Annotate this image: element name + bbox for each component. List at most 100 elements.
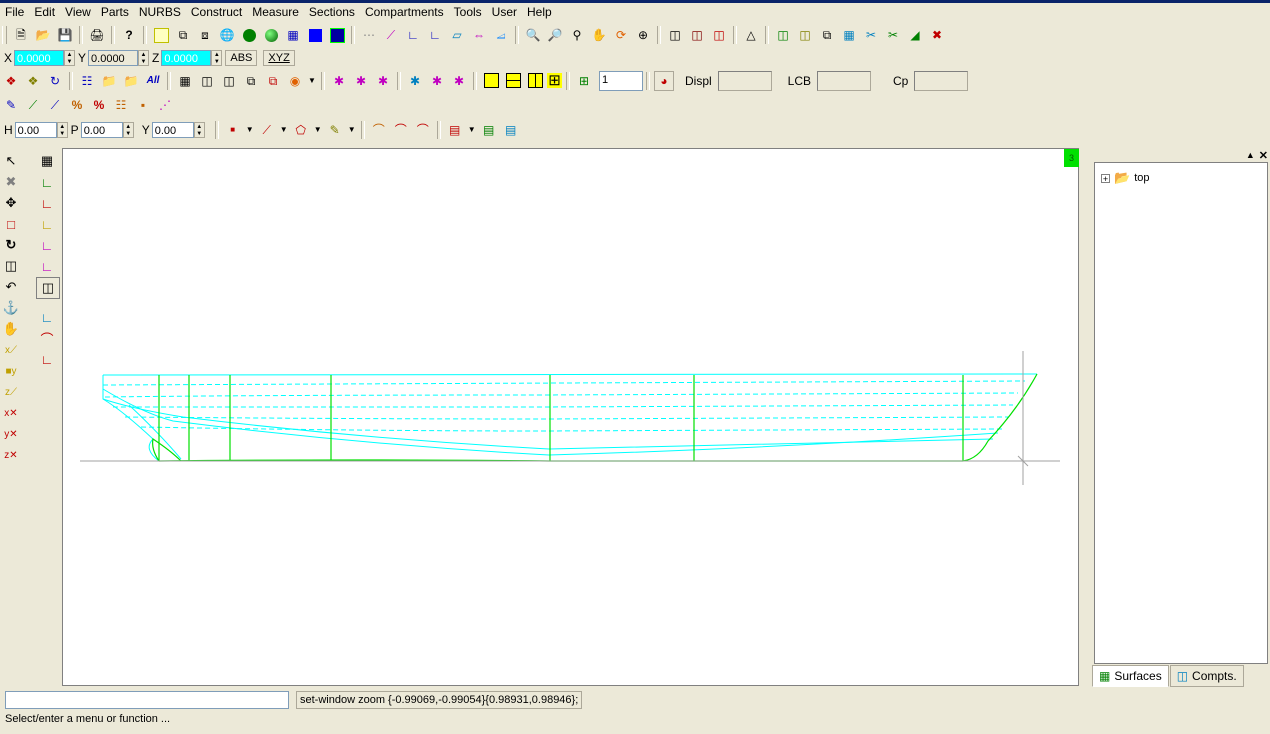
view-box-side-icon[interactable]: ◫: [687, 25, 707, 45]
open-folder-icon[interactable]: 📂: [33, 25, 53, 45]
tab-surfaces[interactable]: ▦ Surfaces: [1092, 665, 1169, 687]
dropdown-arrow-icon[interactable]: ▼: [347, 120, 357, 140]
z-spinner[interactable]: ▲ ▼: [211, 50, 223, 66]
pointer-icon[interactable]: ↖: [0, 151, 22, 171]
corner-green-icon[interactable]: ∟: [36, 172, 58, 192]
refresh-icon[interactable]: ↻: [45, 71, 65, 91]
corner-yellow-icon[interactable]: ∟: [36, 214, 58, 234]
y-spinner[interactable]: ▲ ▼: [138, 50, 150, 66]
section-curve-third-icon[interactable]: ⌒: [413, 120, 433, 140]
hydrostatics-icon[interactable]: ◕: [654, 70, 674, 91]
points-grid-icon[interactable]: ✱: [373, 71, 393, 91]
menu-help[interactable]: Help: [522, 3, 557, 22]
command-input[interactable]: [5, 691, 289, 709]
split-surface-icon[interactable]: ✂: [883, 25, 903, 45]
menu-sections[interactable]: Sections: [304, 3, 360, 22]
polyline-icon[interactable]: ∟: [403, 25, 423, 45]
move-icon[interactable]: ✥: [0, 193, 22, 213]
help-icon[interactable]: ?: [119, 25, 139, 45]
count-field[interactable]: 1: [599, 70, 643, 91]
corner-point-icon[interactable]: ∟: [36, 235, 58, 255]
menu-compartments[interactable]: Compartments: [360, 3, 449, 22]
corner-red-icon[interactable]: ∟: [36, 193, 58, 213]
wireframe-sphere-icon[interactable]: 🌐: [217, 25, 237, 45]
undo-icon[interactable]: ↶: [0, 277, 22, 297]
mirror-icon[interactable]: ⇔: [469, 25, 489, 45]
scale-icon[interactable]: □: [0, 214, 22, 234]
z-coordinate-field[interactable]: 0.0000: [161, 50, 212, 66]
pan-hand-icon[interactable]: ✋: [589, 25, 609, 45]
grid-snap-icon[interactable]: ▦: [36, 151, 58, 171]
line-curve-icon[interactable]: ⟋: [45, 95, 65, 115]
y-coordinate-field[interactable]: 0.0000: [88, 50, 139, 66]
points-icon[interactable]: ✱: [329, 71, 349, 91]
abs-button[interactable]: ABS: [225, 50, 258, 66]
layers-icon[interactable]: ❖: [1, 71, 21, 91]
menu-nurbs[interactable]: NURBS: [134, 3, 186, 22]
edit-curve-icon[interactable]: ✎: [1, 95, 21, 115]
paste-icon[interactable]: ⧈: [195, 25, 215, 45]
corner-pink-icon[interactable]: ∟: [36, 256, 58, 276]
hierarchy-icon[interactable]: ☷: [77, 71, 97, 91]
single-view-icon[interactable]: [481, 71, 501, 91]
menu-file[interactable]: File: [0, 3, 29, 22]
p-spinner[interactable]: ▲ ▼: [122, 122, 134, 138]
percent-alt-icon[interactable]: %: [89, 95, 109, 115]
part-box-icon[interactable]: ◫: [197, 71, 217, 91]
perspective-icon[interactable]: △: [741, 25, 761, 45]
p-angle-field[interactable]: 0.00: [80, 122, 123, 138]
split-horizontal-icon[interactable]: [503, 71, 523, 91]
delete-pointer-icon[interactable]: ✖: [0, 172, 22, 192]
rendered-sphere-icon[interactable]: [261, 25, 281, 45]
zoom-out-icon[interactable]: 🔎: [545, 25, 565, 45]
toolbar-grip[interactable]: [2, 26, 7, 44]
surface-mesh-icon[interactable]: ▦: [839, 25, 859, 45]
fill-square-icon[interactable]: [305, 25, 325, 45]
cut-surface-icon[interactable]: ✂: [861, 25, 881, 45]
line-icon[interactable]: ⟋: [381, 25, 401, 45]
print-icon[interactable]: 🖨: [87, 25, 107, 45]
panel-close-icon[interactable]: ✕: [1259, 149, 1268, 162]
point-snap-icon[interactable]: ■: [223, 120, 243, 140]
y-angle-spinner[interactable]: ▲ ▼: [193, 122, 205, 138]
part-properties-icon[interactable]: ▦: [175, 71, 195, 91]
part-menu-icon[interactable]: ◉: [285, 71, 305, 91]
curve-knuckle-icon[interactable]: ∟: [36, 349, 58, 369]
layer-blue-icon[interactable]: ▤: [501, 120, 521, 140]
points-delete-icon[interactable]: ✱: [427, 71, 447, 91]
all-icon[interactable]: All: [143, 71, 163, 91]
panel-restore-icon[interactable]: ▲: [1246, 150, 1255, 160]
select-square-icon[interactable]: [327, 25, 347, 45]
folder-icon[interactable]: 📁: [121, 71, 141, 91]
dropdown-arrow-icon[interactable]: ▼: [467, 120, 477, 140]
plane-icon[interactable]: ▱: [447, 25, 467, 45]
add-node-icon[interactable]: ◫: [36, 277, 60, 299]
h-angle-field[interactable]: 0.00: [14, 122, 57, 138]
rescale-icon[interactable]: ◫: [0, 256, 22, 276]
y-angle-field[interactable]: 0.00: [151, 122, 194, 138]
x-spinner[interactable]: ▲ ▼: [64, 50, 76, 66]
grid-icon[interactable]: ▦: [283, 25, 303, 45]
add-surface-icon[interactable]: ◫: [773, 25, 793, 45]
view-box-top-icon[interactable]: ◫: [709, 25, 729, 45]
menu-parts[interactable]: Parts: [96, 3, 134, 22]
tab-compts[interactable]: ◫ Compts.: [1169, 665, 1244, 687]
view-toggle-icon[interactable]: ⊞: [574, 71, 594, 91]
points-move-icon[interactable]: ✱: [351, 71, 371, 91]
z-axis-icon[interactable]: z✕: [0, 445, 22, 465]
y-axis-icon[interactable]: y✕: [0, 424, 22, 444]
part-remove-icon[interactable]: ⧉: [263, 71, 283, 91]
y-constraint-icon[interactable]: ■y: [0, 361, 22, 381]
split-vertical-icon[interactable]: [525, 71, 545, 91]
layers-stack-icon[interactable]: ❖: [23, 71, 43, 91]
layer-green-icon[interactable]: ▤: [479, 120, 499, 140]
xyz-button[interactable]: XYZ: [263, 50, 295, 66]
copy-icon[interactable]: ⧉: [173, 25, 193, 45]
zoom-window-icon[interactable]: ⚲: [567, 25, 587, 45]
dropdown-arrow-icon[interactable]: ▼: [245, 120, 255, 140]
delete-surface-icon[interactable]: ✖: [927, 25, 947, 45]
corner-icon[interactable]: ∟: [425, 25, 445, 45]
all-snap-icon[interactable]: ✎: [325, 120, 345, 140]
rotate-icon[interactable]: ↻: [0, 235, 22, 255]
menu-tools[interactable]: Tools: [449, 3, 487, 22]
